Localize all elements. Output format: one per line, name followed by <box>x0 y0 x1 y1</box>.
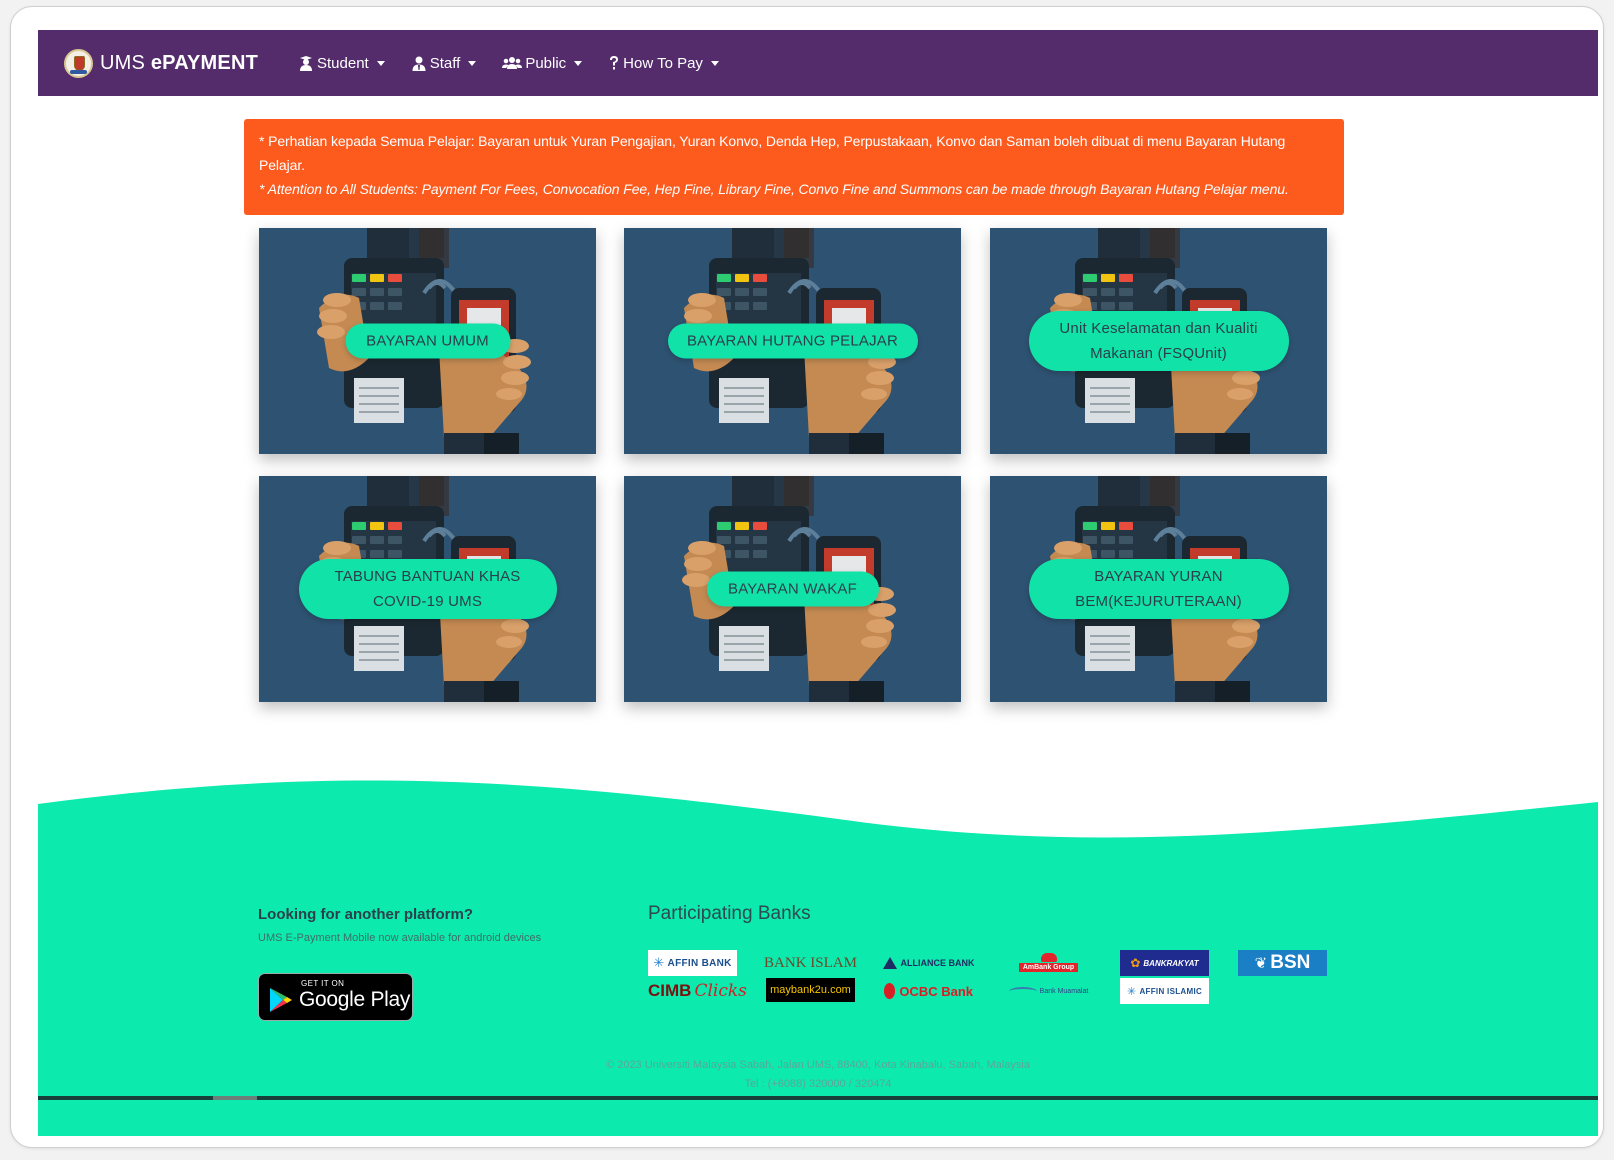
bank-rakyat-logo: ✿ BANKRAKYAT <box>1120 950 1209 976</box>
alliance-bank-text: ALLIANCE BANK <box>900 958 975 968</box>
google-play-small-text: GET IT ON <box>301 979 345 988</box>
alert-english-text: * Attention to All Students: Payment For… <box>259 181 1289 197</box>
card-title-line1: BAYARAN WAKAF <box>727 580 857 598</box>
alliance-bank-logo: ALLIANCE BANK <box>882 950 975 976</box>
nav-staff[interactable]: Staff <box>411 55 477 72</box>
bank-islam-logo: BANK ISLAM <box>764 950 857 976</box>
chevron-down-icon <box>376 60 385 66</box>
card-title-line2: BEM(KEJURUTERAAN) <box>1075 593 1242 610</box>
student-notice-alert: * Perhatian kepada Semua Pelajar: Bayara… <box>244 119 1344 215</box>
chevron-down-icon <box>468 60 477 66</box>
google-play-big-text: Google Play <box>299 988 411 1011</box>
copyright-text: © 2023 Universiti Malaysia Sabah, Jalan … <box>606 1059 1030 1071</box>
brand-text-bold: ePAYMENT <box>150 51 258 74</box>
affin-islamic-text: AFFIN ISLAMIC <box>1139 986 1203 996</box>
maybank-text: maybank2u.com <box>770 984 851 996</box>
cimb-text: CIMB <box>648 981 692 1000</box>
users-icon <box>502 55 523 71</box>
ocbc-bank-text: OCBC Bank <box>899 983 973 999</box>
card-pill[interactable]: BAYARAN UMUM <box>345 323 510 359</box>
participating-banks-title: Participating Banks <box>648 903 811 924</box>
nav-public[interactable]: Public <box>502 54 583 72</box>
bank-islam-text: BANK ISLAM <box>764 954 857 971</box>
card-title-line2: Makanan (FSQUnit) <box>1090 345 1227 362</box>
page: UMS ePAYMENT Student Staff Public How To… <box>38 30 1598 1136</box>
card-pill[interactable]: TABUNG BANTUAN KHAS COVID-19 UMS <box>298 559 557 619</box>
bsn-leaf-icon: ❦ <box>1254 955 1268 972</box>
card-pill[interactable]: BAYARAN WAKAF <box>706 571 879 607</box>
muamalat-wave-icon <box>1008 986 1037 996</box>
ocbc-bank-logo: OCBC Bank <box>884 978 973 1004</box>
navbar: UMS ePAYMENT Student Staff Public How To… <box>38 30 1598 96</box>
ambank-text: AmBank Group <box>1018 962 1079 972</box>
card-tabung-bantuan-covid[interactable]: TABUNG BANTUAN KHAS COVID-19 UMS <box>259 476 596 702</box>
card-title-line1: BAYARAN HUTANG PELAJAR <box>686 332 899 350</box>
ocbc-circle-icon <box>884 983 896 999</box>
card-pill[interactable]: Unit Keselamatan dan Kualiti Makanan (FS… <box>1028 311 1289 371</box>
brand-text-light: UMS <box>100 51 151 74</box>
browser-window: UMS ePAYMENT Student Staff Public How To… <box>10 6 1604 1148</box>
card-fsq-unit[interactable]: Unit Keselamatan dan Kualiti Makanan (FS… <box>990 228 1327 454</box>
card-title-line2: COVID-19 UMS <box>372 593 483 610</box>
chevron-down-icon <box>710 60 719 66</box>
ambank-logo: AmBank Group <box>1004 948 1093 976</box>
nav-how-to-pay-label: How To Pay <box>623 54 703 72</box>
alert-malay-text: * Perhatian kepada Semua Pelajar: Bayara… <box>259 133 1286 173</box>
alliance-triangle-icon <box>882 957 897 969</box>
maybank2u-logo: maybank2u.com <box>766 978 855 1002</box>
card-title-line1: BAYARAN UMUM <box>366 332 489 350</box>
ambank-mark-icon <box>1040 952 1057 962</box>
chevron-down-icon <box>574 60 583 66</box>
affin-islamic-logo: ✳ AFFIN ISLAMIC <box>1120 978 1209 1004</box>
platform-subtitle: UMS E-Payment Mobile now available for a… <box>258 932 542 944</box>
ums-logo-icon <box>64 48 93 78</box>
card-bayaran-hutang-pelajar[interactable]: BAYARAN HUTANG PELAJAR <box>624 228 961 454</box>
bank-muamalat-text: Bank Muamalat <box>1039 987 1089 995</box>
question-icon <box>608 55 620 71</box>
affin-star-icon: ✳ <box>653 955 665 970</box>
card-pill[interactable]: BAYARAN HUTANG PELAJAR <box>667 323 918 359</box>
nav-student-label: Student <box>317 54 369 72</box>
nav-public-label: Public <box>525 54 567 72</box>
card-title-line1: TABUNG BANTUAN KHAS <box>334 568 521 585</box>
rakyat-flower-icon: ✿ <box>1130 956 1141 970</box>
card-title-line1: Unit Keselamatan dan Kualiti <box>1059 320 1258 337</box>
telephone-text: Tel : (+6088) 320000 / 320474 <box>744 1078 892 1090</box>
bsn-logo: ❦ BSN <box>1238 950 1327 976</box>
nav-how-to-pay[interactable]: How To Pay <box>608 55 719 72</box>
cimb-clicks-logo: CIMB Clicks <box>648 978 747 1004</box>
card-bayaran-umum[interactable]: BAYARAN UMUM <box>259 228 596 454</box>
bsn-text: BSN <box>1270 952 1311 973</box>
platform-title: Looking for another platform? <box>258 906 473 923</box>
nav-staff-label: Staff <box>429 54 461 72</box>
bank-rakyat-text: BANKRAKYAT <box>1143 958 1199 968</box>
brand[interactable]: UMS ePAYMENT <box>64 48 258 78</box>
card-title-line1: BAYARAN YURAN <box>1094 568 1223 585</box>
card-bayaran-wakaf[interactable]: BAYARAN WAKAF <box>624 476 961 702</box>
nav-student[interactable]: Student <box>298 55 385 72</box>
brand-text: UMS ePAYMENT <box>100 52 258 75</box>
staff-icon <box>411 55 427 71</box>
bank-muamalat-logo: Bank Muamalat <box>1004 978 1093 1004</box>
affin-bank-text: AFFIN BANK <box>667 957 732 969</box>
affin-bank-logo: ✳ AFFIN BANK <box>648 950 737 976</box>
card-bayaran-yuran-bem[interactable]: BAYARAN YURAN BEM(KEJURUTERAAN) <box>990 476 1327 702</box>
google-play-button[interactable]: GET IT ON Google Play <box>258 973 413 1021</box>
affin-islamic-star-icon: ✳ <box>1126 985 1137 998</box>
google-play-icon <box>270 988 292 1012</box>
student-icon <box>298 55 314 71</box>
cimb-clicks-text: Clicks <box>694 981 747 1001</box>
footer-bottom-bar <box>38 1096 1598 1100</box>
card-pill[interactable]: BAYARAN YURAN BEM(KEJURUTERAAN) <box>1028 559 1289 619</box>
